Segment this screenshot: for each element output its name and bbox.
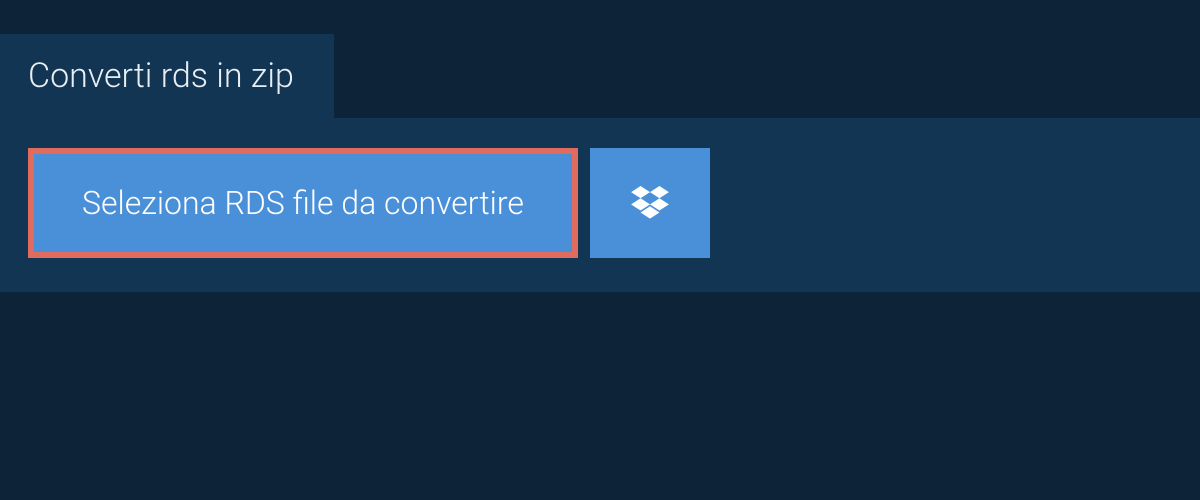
conversion-panel: Seleziona RDS file da convertire [0,118,1200,292]
tab-label: Converti rds in zip [28,56,294,96]
select-file-button-label: Seleziona RDS file da convertire [82,184,524,222]
select-file-button[interactable]: Seleziona RDS file da convertire [28,148,578,258]
button-row: Seleziona RDS file da convertire [28,148,1172,258]
dropbox-button[interactable] [590,148,710,258]
conversion-tab[interactable]: Converti rds in zip [0,34,334,118]
dropbox-icon [631,186,669,220]
